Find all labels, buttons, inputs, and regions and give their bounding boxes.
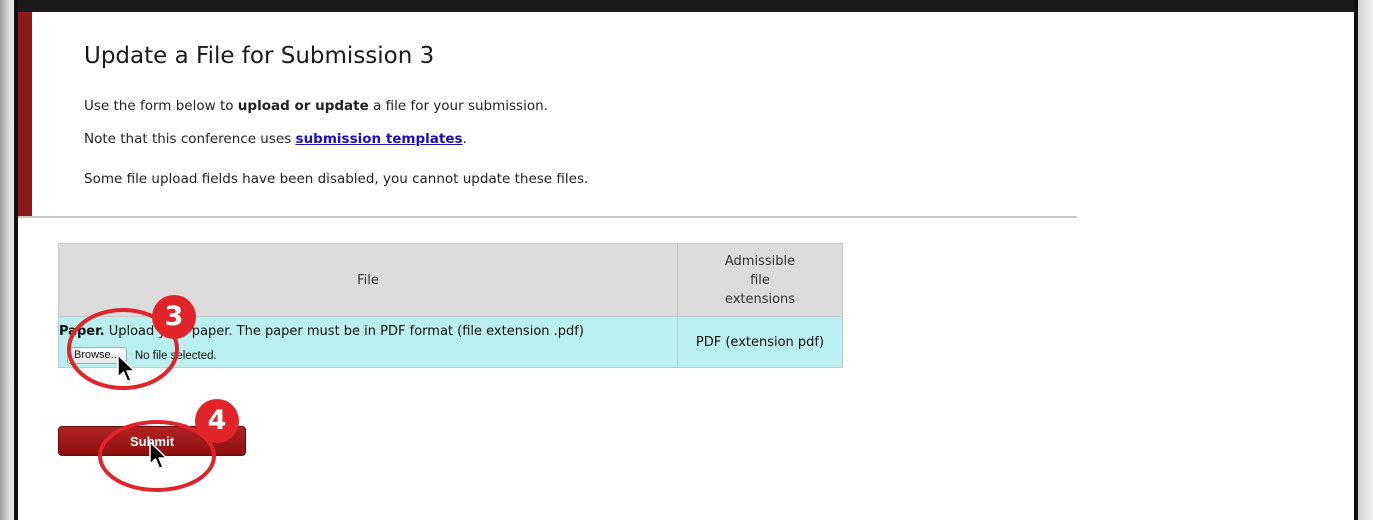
intro-text: Use the form below to upload or update a… bbox=[84, 98, 548, 114]
column-header-file: File bbox=[58, 243, 678, 317]
mouse-pointer-icon bbox=[149, 441, 168, 470]
templates-note: Note that this conference uses submissio… bbox=[84, 131, 467, 147]
header-divider bbox=[18, 216, 1077, 218]
intro-text-before: Use the form below to bbox=[84, 98, 238, 114]
intro-text-after: a file for your submission. bbox=[368, 98, 548, 114]
submission-templates-link[interactable]: submission templates bbox=[296, 131, 463, 147]
templates-note-after: . bbox=[462, 131, 467, 147]
mouse-pointer-icon bbox=[117, 354, 136, 383]
window-frame-top bbox=[0, 0, 1373, 12]
column-header-extensions-line3: extensions bbox=[724, 291, 796, 307]
step-3-badge: 3 bbox=[152, 295, 196, 339]
column-header-extensions: Admissible file extensions bbox=[677, 243, 843, 317]
step-4-badge: 4 bbox=[195, 399, 239, 443]
column-header-extensions-line1: Admissible bbox=[724, 253, 796, 269]
disabled-fields-note: Some file upload fields have been disabl… bbox=[84, 171, 589, 187]
window-shadow-left bbox=[0, 0, 14, 520]
templates-note-before: Note that this conference uses bbox=[84, 131, 296, 147]
header-accent-bar bbox=[18, 12, 32, 216]
paper-extension-cell: PDF (extension pdf) bbox=[677, 316, 843, 368]
column-header-extensions-line2: file bbox=[750, 272, 770, 288]
intro-text-bold: upload or update bbox=[237, 98, 369, 114]
window-shadow-right bbox=[1358, 0, 1373, 520]
page-title: Update a File for Submission 3 bbox=[84, 43, 435, 69]
